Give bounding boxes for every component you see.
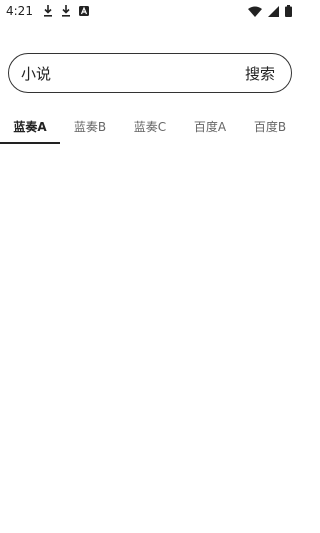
- tab-baidu-a[interactable]: 百度A: [180, 108, 240, 144]
- wifi-icon: [248, 6, 262, 17]
- status-right: [248, 5, 292, 17]
- signal-icon: [268, 5, 279, 17]
- app-screen: 4:21 小说 搜索 蓝奏A 蓝奏B 蓝奏C 百度A 百度B: [0, 0, 300, 533]
- results-area: [0, 144, 300, 533]
- search-input[interactable]: [21, 64, 221, 82]
- status-bar: 4:21: [0, 0, 300, 22]
- tab-label: 蓝奏B: [73, 119, 107, 134]
- search-button[interactable]: 搜索: [245, 63, 275, 84]
- tab-label: 百度B: [253, 119, 287, 134]
- tab-label: 蓝奏A: [13, 119, 47, 134]
- search-bar: 搜索: [8, 53, 292, 93]
- status-left: 4:21: [6, 4, 89, 18]
- download-icon: [43, 5, 53, 17]
- status-time: 4:21: [6, 4, 33, 18]
- tab-lanzou-a[interactable]: 蓝奏A: [0, 108, 60, 144]
- tab-lanzou-c[interactable]: 蓝奏C: [120, 108, 180, 144]
- notification-icons: [43, 5, 89, 17]
- battery-icon: [285, 5, 292, 17]
- tab-label: 百度A: [193, 119, 227, 134]
- tab-label: 蓝奏C: [133, 119, 167, 134]
- tab-baidu-b[interactable]: 百度B: [240, 108, 300, 144]
- source-tabs: 蓝奏A 蓝奏B 蓝奏C 百度A 百度B: [0, 108, 300, 144]
- download-icon: [61, 5, 71, 17]
- tab-lanzou-b[interactable]: 蓝奏B: [60, 108, 120, 144]
- app-a-icon: [78, 6, 89, 16]
